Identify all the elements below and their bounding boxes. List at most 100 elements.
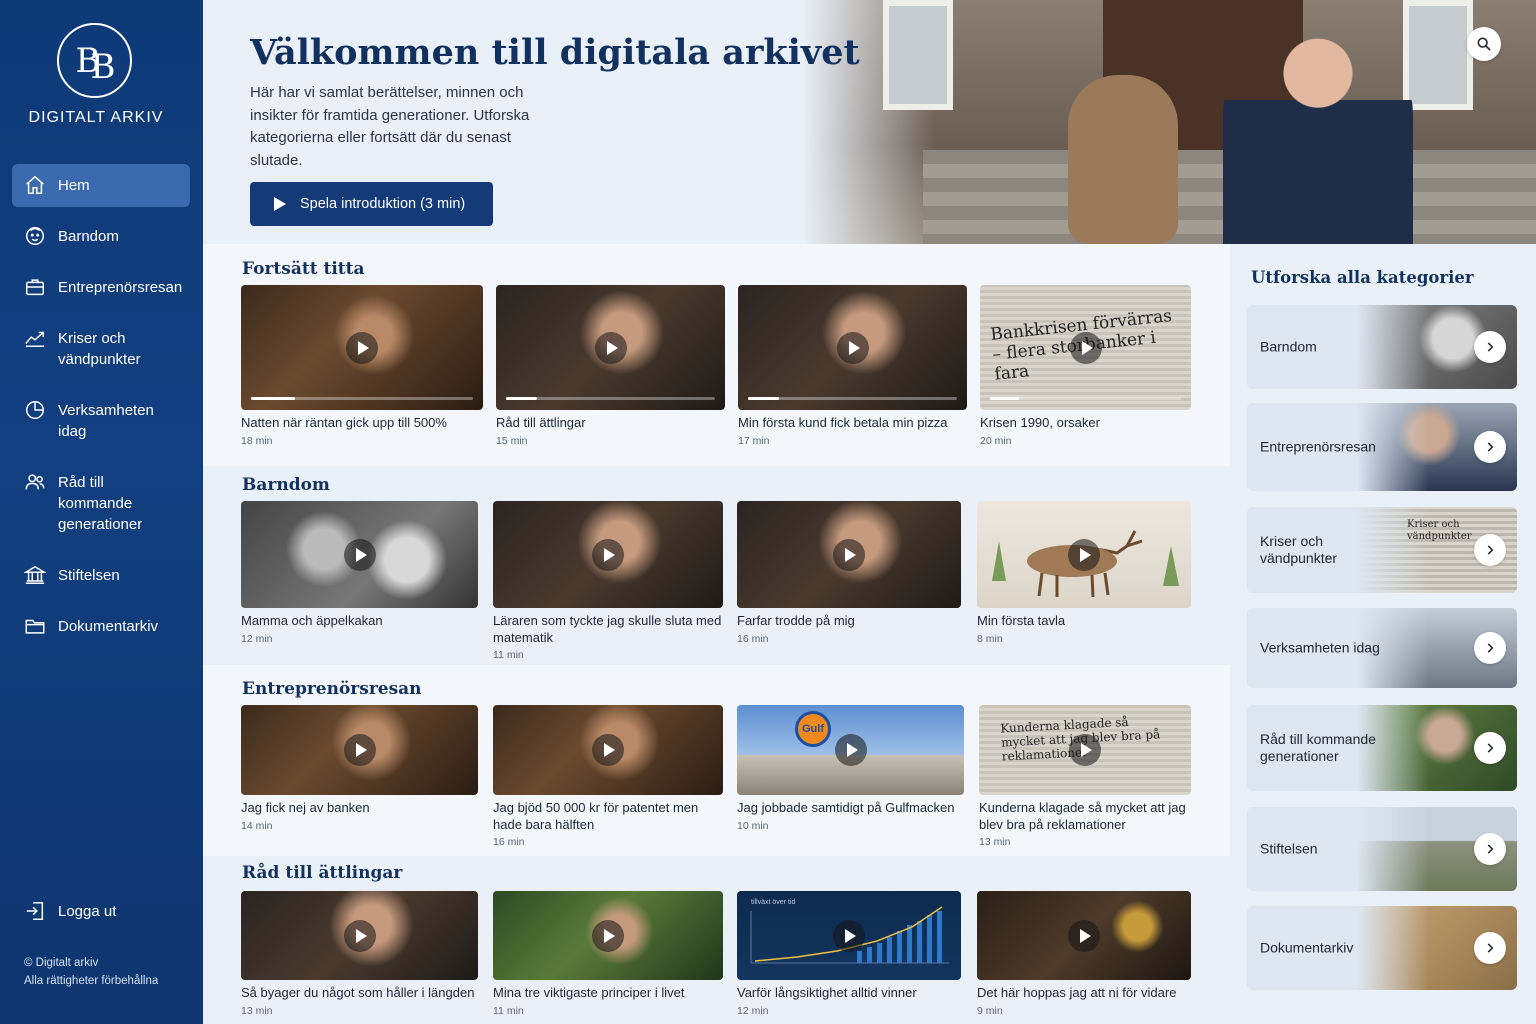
sidebar-item-dokumentarkiv[interactable]: Dokumentarkiv (12, 605, 190, 648)
category-label: Råd till kommande generationer (1260, 731, 1376, 764)
child-face-icon (26, 227, 44, 245)
category-entreprenorsresan[interactable]: Entreprenörsresan (1247, 403, 1517, 491)
chevron-right-icon[interactable] (1474, 431, 1506, 463)
category-label: Kriser och vändpunkter (1260, 533, 1338, 566)
video-card[interactable]: Mina tre viktigaste principer i livet 11… (493, 891, 723, 1017)
play-icon (834, 734, 867, 766)
play-icon (1069, 331, 1102, 364)
sidebar-item-label: Hem (58, 177, 90, 194)
video-title: Så byager du något som håller i längden (241, 985, 475, 1000)
sidebar-item-label: Entreprenörsresan (58, 279, 183, 296)
video-card[interactable]: Natten när räntan gick upp till 500% 18 … (241, 285, 483, 447)
video-thumbnail: Kunderna klagade så mycket att jag blev … (979, 705, 1191, 795)
gulf-sign: Gulf (795, 711, 831, 747)
category-stiftelsen[interactable]: Stiftelsen (1247, 807, 1517, 891)
category-kriser[interactable]: Kriser och vändpunkter Kriser och vändpu… (1247, 507, 1517, 593)
hero-description: Här har vi samlat berättelser, minnen oc… (250, 84, 530, 169)
categories-title: Utforska alla kategorier (1251, 268, 1474, 287)
video-card[interactable]: Gulf Jag jobbade samtidigt på Gulfmacken… (737, 705, 964, 832)
video-card[interactable]: Bankkrisen förvärras – flera storbanker … (980, 285, 1191, 447)
video-duration: 12 min (737, 1004, 769, 1017)
logo[interactable]: BB (57, 23, 132, 98)
play-icon (343, 734, 376, 766)
video-title: Läraren som tyckte jag skulle sluta med … (493, 613, 722, 645)
play-icon (592, 734, 624, 766)
progress-bar (990, 397, 1181, 400)
progress-bar (748, 397, 957, 400)
video-card[interactable]: Jag fick nej av banken 14 min (241, 705, 478, 832)
video-thumbnail (241, 705, 478, 795)
sidebar-nav: Hem Barndom Entreprenörsresan Kriser och… (12, 164, 190, 656)
section-continue-watching: Fortsätt titta Natten när räntan gick up… (203, 244, 1230, 466)
sidebar-item-rad[interactable]: Råd till kommande generationer (12, 461, 190, 546)
sidebar-item-stiftelsen[interactable]: Stiftelsen (12, 554, 190, 597)
video-duration: 10 min (737, 819, 769, 832)
video-card[interactable]: Farfar trodde på mig 16 min (737, 501, 961, 645)
categories-panel: Utforska alla kategorier Barndom Entrepr… (1230, 244, 1536, 1024)
play-icon (1068, 538, 1100, 571)
video-duration: 14 min (241, 819, 273, 832)
briefcase-icon (26, 279, 44, 296)
logout-button[interactable]: Logga ut (24, 900, 116, 922)
video-thumbnail: Bankkrisen förvärras – flera storbanker … (980, 285, 1191, 410)
play-intro-button[interactable]: Spela introduktion (3 min) (250, 182, 493, 226)
chevron-right-icon[interactable] (1474, 732, 1506, 764)
category-dokumentarkiv[interactable]: Dokumentarkiv (1247, 906, 1517, 990)
section-entreprenorsresan: Entreprenörsresan Jag fick nej av banken… (203, 665, 1230, 856)
sidebar-item-verksamheten[interactable]: Verksamheten idag (12, 389, 190, 453)
play-icon (592, 538, 624, 571)
video-card[interactable]: Mamma och äppelkakan 12 min (241, 501, 478, 645)
video-duration: 13 min (979, 836, 1011, 848)
video-duration: 17 min (738, 434, 770, 447)
sidebar-item-barndom[interactable]: Barndom (12, 215, 190, 258)
video-thumbnail (493, 501, 723, 608)
chevron-right-icon[interactable] (1474, 833, 1506, 865)
video-title: Mamma och äppelkakan (241, 613, 383, 628)
video-title: Jag jobbade samtidigt på Gulfmacken (737, 800, 955, 815)
video-thumbnail: Gulf (737, 705, 964, 795)
video-card[interactable]: Det här hoppas jag att ni för vidare 9 m… (977, 891, 1191, 1017)
category-rad[interactable]: Råd till kommande generationer (1247, 705, 1517, 791)
pie-icon (26, 401, 44, 419)
play-icon (1069, 734, 1101, 766)
video-thumbnail (241, 501, 478, 608)
video-card[interactable]: Jag bjöd 50 000 kr för patentet men hade… (493, 705, 723, 848)
category-label: Stiftelsen (1260, 840, 1318, 857)
video-card[interactable]: Min första kund fick betala min pizza 17… (738, 285, 967, 447)
logout-icon (26, 902, 44, 920)
video-title: Råd till ättlingar (496, 415, 586, 430)
video-card[interactable]: Läraren som tyckte jag skulle sluta med … (493, 501, 723, 661)
play-icon (274, 197, 286, 211)
video-card[interactable]: Kunderna klagade så mycket att jag blev … (979, 705, 1191, 848)
video-thumbnail (241, 285, 483, 410)
chevron-right-icon[interactable] (1474, 331, 1506, 363)
video-thumbnail (977, 891, 1191, 980)
video-card[interactable]: tillväxt över tid Varför långsiktighet a… (737, 891, 961, 1017)
video-duration: 11 min (493, 1004, 524, 1017)
category-barndom[interactable]: Barndom (1247, 305, 1517, 389)
play-icon (346, 331, 378, 364)
hero-banner: Välkommen till digitala arkivet Här har … (203, 0, 1536, 244)
main-content: Fortsätt titta Natten när räntan gick up… (203, 244, 1230, 1024)
search-button[interactable] (1467, 27, 1501, 61)
home-icon (26, 175, 44, 194)
video-card[interactable]: Min första tavla 8 min (977, 501, 1191, 645)
chevron-right-icon[interactable] (1474, 932, 1506, 964)
video-card[interactable]: Så byager du något som håller i längden … (241, 891, 478, 1017)
section-title: Entreprenörsresan (242, 679, 422, 699)
video-duration: 13 min (241, 1004, 273, 1017)
video-card[interactable]: Råd till ättlingar 15 min (496, 285, 725, 447)
chevron-right-icon[interactable] (1474, 534, 1506, 566)
category-verksamheten[interactable]: Verksamheten idag (1247, 608, 1517, 688)
page-title: Välkommen till digitala arkivet (250, 32, 860, 73)
play-intro-label: Spela introduktion (3 min) (300, 196, 466, 212)
sidebar-item-hem[interactable]: Hem (12, 164, 190, 207)
video-thumbnail (496, 285, 725, 410)
sidebar-item-entreprenorsresan[interactable]: Entreprenörsresan (12, 266, 190, 309)
sidebar-item-kriser[interactable]: Kriser och vändpunkter (12, 317, 190, 381)
section-title: Råd till ättlingar (242, 863, 403, 883)
video-thumbnail (241, 891, 478, 980)
video-duration: 11 min (493, 649, 524, 661)
play-icon (592, 919, 624, 952)
chevron-right-icon[interactable] (1474, 632, 1506, 664)
